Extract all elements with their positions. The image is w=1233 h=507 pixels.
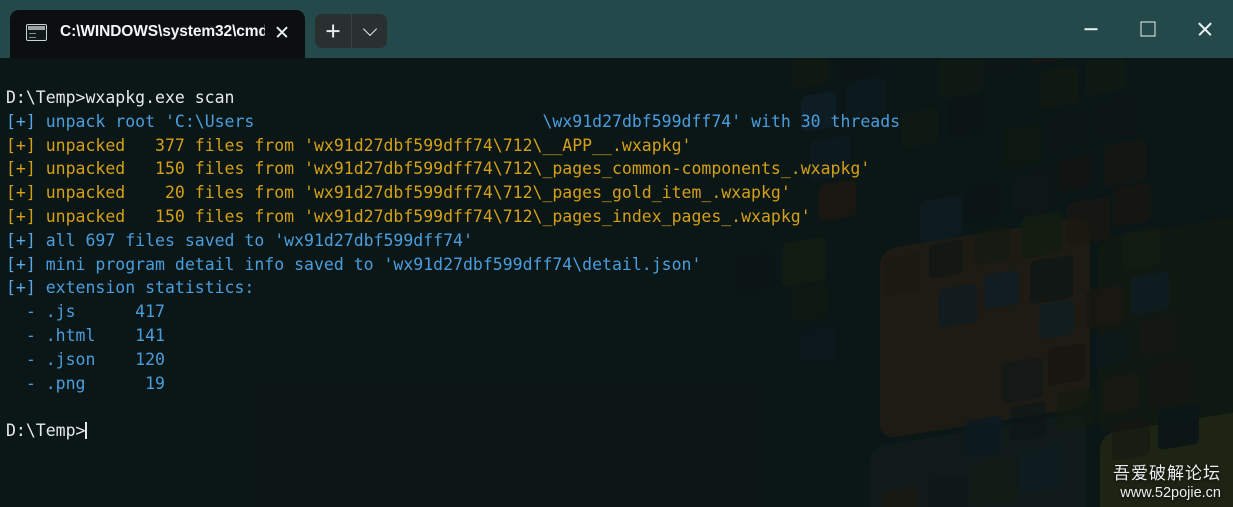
maximize-button[interactable] — [1119, 0, 1176, 58]
tab-title: C:\WINDOWS\system32\cmd. — [60, 23, 265, 40]
text-segment: - .json 120 — [6, 349, 165, 369]
text-segment: [+] — [6, 278, 46, 298]
stat-html-line: - .html 141 — [6, 324, 1233, 348]
text-segment: extension statistics: — [45, 278, 255, 298]
watermark-title: 吾爱破解论坛 — [1113, 464, 1221, 484]
text-segment: mini program detail info saved to 'wx91d… — [45, 254, 702, 274]
text-segment: \wx91d27dbf599dff74' with 30 threads — [542, 111, 901, 131]
stat-js-line: - .js 417 — [6, 300, 1233, 324]
text-segment: all 697 files saved to 'wx91d27dbf599dff… — [45, 230, 473, 250]
terminal-window: D:\Temp>wxapkg.exe scan [+] unpack root '… — [0, 0, 1233, 507]
unpacked-gold-item-line: [+] unpacked 20 files from 'wx91d27dbf59… — [6, 181, 1233, 205]
close-window-button[interactable] — [1176, 0, 1233, 58]
console-icon — [26, 23, 47, 41]
close-tab-icon[interactable] — [265, 15, 299, 49]
text-segment: [+] — [6, 135, 46, 155]
tab-tools — [315, 14, 387, 48]
text-segment: D:\Temp> — [6, 421, 86, 441]
cmd-line: D:\Temp>wxapkg.exe scan — [6, 86, 1233, 110]
window-controls — [1062, 0, 1233, 58]
prompt-line: D:\Temp> — [6, 419, 1233, 443]
text-segment: [+] — [6, 159, 46, 179]
unpacked-common-components-line: [+] unpacked 150 files from 'wx91d27dbf5… — [6, 157, 1233, 181]
terminal-output[interactable]: D:\Temp>wxapkg.exe scan [+] unpack root '… — [0, 58, 1233, 507]
new-tab-button[interactable] — [315, 14, 351, 48]
text-segment: D:\Temp>wxapkg.exe scan — [6, 88, 235, 107]
text-segment: - .html 141 — [6, 325, 165, 345]
minimize-button[interactable] — [1062, 0, 1119, 58]
stat-json-line: - .json 120 — [6, 348, 1233, 372]
all-files-saved-line: [+] all 697 files saved to 'wx91d27dbf59… — [6, 229, 1233, 253]
text-segment: [+] — [6, 206, 46, 226]
unpack-root-line: [+] unpack root 'C:\Users \wx91d27dbf599… — [6, 110, 1233, 134]
text-segment — [254, 112, 542, 131]
stat-png-line: - .png 19 — [6, 372, 1233, 396]
text-segment: unpacked 20 files from 'wx91d27dbf599dff… — [45, 183, 791, 203]
text-segment: unpacked 377 files from 'wx91d27dbf599df… — [45, 135, 692, 155]
unpacked-index-pages-line: [+] unpacked 150 files from 'wx91d27dbf5… — [6, 205, 1233, 229]
text-segment: unpacked 150 files from 'wx91d27dbf599df… — [45, 159, 871, 179]
text-cursor — [85, 422, 88, 440]
unpacked-app-line: [+] unpacked 377 files from 'wx91d27dbf5… — [6, 134, 1233, 158]
tab-cmd[interactable]: C:\WINDOWS\system32\cmd. — [10, 10, 305, 58]
text-segment: [+] — [6, 254, 46, 274]
watermark: 吾爱破解论坛 www.52pojie.cn — [1113, 459, 1221, 501]
text-segment: - .js 417 — [6, 302, 165, 322]
title-bar: C:\WINDOWS\system32\cmd. — [0, 0, 1233, 58]
text-segment: - .png 19 — [6, 373, 165, 393]
text-segment: [+] — [6, 230, 46, 250]
text-segment: [+] — [6, 183, 46, 203]
chevron-down-icon[interactable] — [351, 14, 387, 48]
watermark-url: www.52pojie.cn — [1120, 485, 1221, 501]
text-segment: [+] — [6, 111, 46, 131]
extension-statistics-line: [+] extension statistics: — [6, 276, 1233, 300]
detail-json-line: [+] mini program detail info saved to 'w… — [6, 253, 1233, 277]
text-segment: unpack root 'C:\Users — [45, 111, 255, 131]
text-segment: unpacked 150 files from 'wx91d27dbf599df… — [45, 206, 811, 226]
